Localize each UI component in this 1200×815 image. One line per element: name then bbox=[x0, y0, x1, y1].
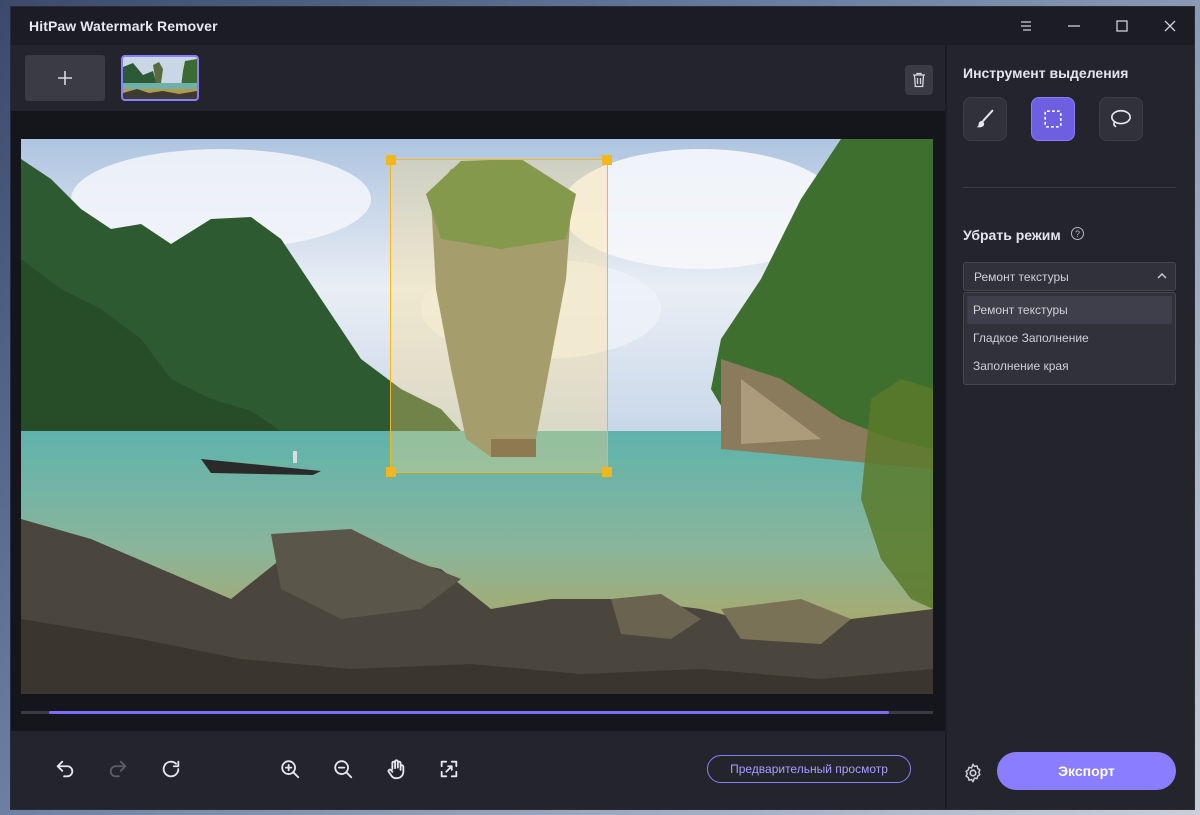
remove-mode-title: Убрать режим bbox=[963, 227, 1061, 243]
settings-button[interactable] bbox=[959, 759, 987, 787]
chevron-up-icon bbox=[1157, 273, 1167, 279]
thumbnail-bar bbox=[11, 45, 945, 111]
gear-icon bbox=[965, 763, 981, 783]
timeline-progress bbox=[49, 711, 889, 714]
undo-icon[interactable] bbox=[51, 755, 79, 783]
hand-icon[interactable] bbox=[382, 755, 410, 783]
add-file-button[interactable] bbox=[25, 55, 105, 101]
selection-handle[interactable] bbox=[386, 467, 396, 477]
title-bar: HitPaw Watermark Remover bbox=[11, 7, 1194, 45]
minimize-icon[interactable] bbox=[1050, 7, 1098, 45]
zoom-out-icon[interactable] bbox=[329, 755, 357, 783]
help-icon[interactable]: ? bbox=[1071, 227, 1084, 240]
menu-item-texture-repair[interactable]: Ремонт текстуры bbox=[967, 296, 1172, 324]
delete-button[interactable] bbox=[905, 65, 933, 95]
rectangle-select-icon bbox=[1044, 110, 1062, 128]
remove-mode-dropdown[interactable]: Ремонт текстуры bbox=[963, 262, 1176, 291]
menu-item-smooth-fill[interactable]: Гладкое Заполнение bbox=[967, 324, 1172, 352]
remove-mode-menu: Ремонт текстуры Гладкое Заполнение Запол… bbox=[963, 292, 1176, 385]
image-thumbnail[interactable] bbox=[121, 55, 199, 101]
plus-icon bbox=[58, 71, 72, 85]
image-canvas[interactable] bbox=[21, 139, 933, 694]
trash-icon bbox=[913, 72, 925, 88]
refresh-icon[interactable] bbox=[157, 755, 185, 783]
canvas-area bbox=[11, 111, 945, 731]
selection-tool-title: Инструмент выделения bbox=[963, 65, 1129, 81]
menu-icon[interactable] bbox=[1002, 7, 1050, 45]
maximize-icon[interactable] bbox=[1098, 7, 1146, 45]
remove-mode-selected: Ремонт текстуры bbox=[974, 269, 1069, 284]
panel-divider bbox=[963, 187, 1176, 188]
brush-tool-button[interactable] bbox=[963, 97, 1007, 141]
selection-handle[interactable] bbox=[602, 467, 612, 477]
redo-icon[interactable] bbox=[104, 755, 132, 783]
timeline-track[interactable] bbox=[21, 711, 933, 714]
bottom-toolbar: Предварительный просмотр bbox=[11, 731, 945, 809]
selection-handle[interactable] bbox=[386, 155, 396, 165]
brush-icon bbox=[976, 109, 994, 128]
preview-button[interactable]: Предварительный просмотр bbox=[707, 755, 911, 783]
lasso-icon bbox=[1111, 109, 1131, 128]
app-window: HitPaw Watermark Remover Предварительный… bbox=[10, 6, 1195, 810]
right-panel: Инструмент выделения Убрать режим ? Ремо… bbox=[947, 45, 1194, 809]
menu-item-edge-fill[interactable]: Заполнение края bbox=[967, 352, 1172, 380]
app-title: HitPaw Watermark Remover bbox=[29, 18, 218, 34]
selection-handle[interactable] bbox=[602, 155, 612, 165]
rectangle-tool-button[interactable] bbox=[1031, 97, 1075, 141]
window-controls bbox=[1002, 7, 1194, 45]
close-icon[interactable] bbox=[1146, 7, 1194, 45]
lasso-tool-button[interactable] bbox=[1099, 97, 1143, 141]
rectangle-selection[interactable] bbox=[386, 155, 612, 477]
export-button[interactable]: Экспорт bbox=[997, 752, 1176, 790]
thumbnail-image bbox=[123, 57, 197, 99]
editor-area: Предварительный просмотр bbox=[11, 45, 945, 809]
fit-screen-icon[interactable] bbox=[435, 755, 463, 783]
zoom-in-icon[interactable] bbox=[276, 755, 304, 783]
